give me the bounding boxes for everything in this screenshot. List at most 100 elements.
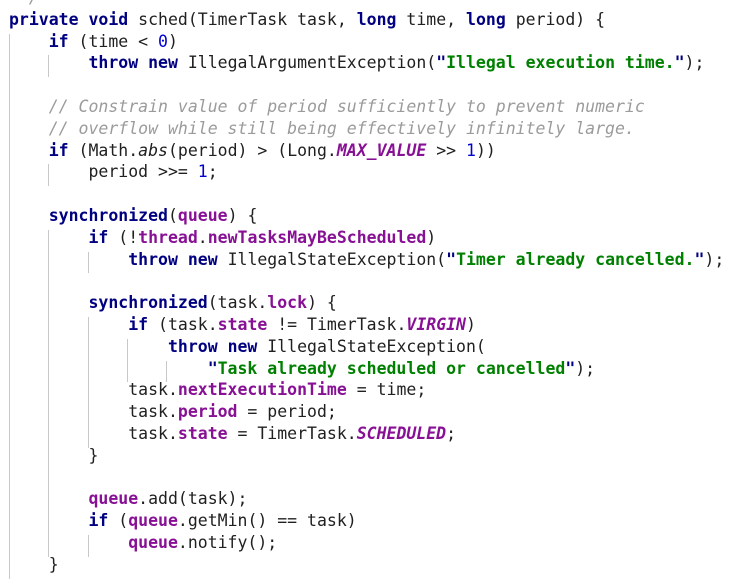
code-line[interactable]: if (queue.getMin() == task) bbox=[0, 510, 744, 532]
code-token-plain: period >>= bbox=[88, 162, 198, 182]
code-token-fld: thread bbox=[138, 227, 198, 247]
code-line[interactable]: synchronized(queue) { bbox=[0, 205, 744, 227]
code-line[interactable] bbox=[0, 74, 744, 96]
code-token-plain: ) bbox=[167, 31, 178, 51]
code-token-kw: new bbox=[187, 249, 218, 269]
code-line[interactable] bbox=[0, 270, 744, 292]
code-line[interactable]: // Constrain value of period sufficientl… bbox=[0, 96, 744, 118]
code-token-plain: (time < bbox=[68, 31, 159, 51]
code-line[interactable]: task.period = period; bbox=[0, 401, 744, 423]
code-token-plain: ); bbox=[704, 249, 725, 269]
code-token-num: 0 bbox=[158, 31, 168, 51]
code-token-plain: (task. bbox=[148, 314, 218, 334]
code-token-str: Task already scheduled or cancelled bbox=[217, 358, 566, 378]
code-line[interactable]: } bbox=[0, 445, 744, 467]
code-token-plain: ( bbox=[167, 205, 178, 225]
code-editor-view[interactable]: */ private void sched(TimerTask task, lon… bbox=[0, 0, 744, 588]
code-line[interactable]: if (time < 0) bbox=[0, 31, 744, 53]
code-line[interactable]: private void sched(TimerTask task, long … bbox=[0, 9, 744, 31]
code-token-smth: abs bbox=[138, 140, 168, 160]
code-token-plain: ) { bbox=[307, 293, 337, 313]
code-token-quo: " bbox=[436, 53, 447, 73]
code-token-plain: (task. bbox=[207, 293, 268, 313]
code-text-layer[interactable]: */ private void sched(TimerTask task, lon… bbox=[0, 0, 744, 576]
code-line[interactable]: throw new IllegalStateException( bbox=[0, 336, 744, 358]
code-token-plain: task. bbox=[128, 423, 178, 443]
code-line[interactable] bbox=[0, 467, 744, 489]
code-line[interactable]: queue.add(task); bbox=[0, 488, 744, 510]
code-line[interactable]: // overflow while still being effectivel… bbox=[0, 118, 744, 140]
code-token-plain: (! bbox=[108, 227, 139, 247]
code-line[interactable]: } bbox=[0, 554, 744, 576]
code-token-plain: = TimerTask. bbox=[227, 423, 357, 443]
code-token-plain: (period) > (Long. bbox=[167, 140, 337, 160]
code-token-kw: if bbox=[88, 511, 109, 531]
code-token-cmt: // overflow while still being effectivel… bbox=[48, 118, 635, 138]
code-token-plain: >> bbox=[426, 140, 467, 160]
code-line[interactable]: period >>= 1; bbox=[0, 161, 744, 183]
code-token-kw: long bbox=[356, 9, 397, 29]
code-token-plain: ); bbox=[684, 53, 705, 73]
code-line[interactable]: throw new IllegalArgumentException("Ille… bbox=[0, 52, 744, 74]
code-token-kw: long bbox=[466, 9, 506, 29]
code-token-plain: ); bbox=[575, 358, 596, 378]
code-token-sfld: SCHEDULED bbox=[356, 423, 447, 443]
code-token-kw: if bbox=[128, 314, 149, 334]
code-token-plain: . bbox=[197, 227, 208, 247]
code-token-plain: ; bbox=[446, 423, 457, 443]
code-line[interactable]: task.state = TimerTask.SCHEDULED; bbox=[0, 423, 744, 445]
code-token-fld: queue bbox=[128, 511, 178, 531]
code-token-kw: synchronized bbox=[88, 293, 208, 313]
code-token-fld: newTasksMayBeScheduled bbox=[207, 227, 427, 247]
code-token-plain: = period; bbox=[237, 402, 337, 422]
code-line[interactable]: queue.notify(); bbox=[0, 532, 744, 554]
code-token-plain: ; bbox=[207, 162, 218, 182]
code-line[interactable]: */ bbox=[0, 0, 744, 9]
code-line[interactable]: if (task.state != TimerTask.VIRGIN) bbox=[0, 314, 744, 336]
code-token-plain: period) { bbox=[505, 9, 606, 29]
code-line[interactable]: throw new IllegalStateException("Timer a… bbox=[0, 249, 744, 271]
code-token-plain: .notify(); bbox=[177, 532, 278, 552]
code-token-sfld: MAX_VALUE bbox=[336, 140, 427, 160]
code-token-plain: IllegalArgumentException( bbox=[177, 53, 437, 73]
code-token-quo: " bbox=[674, 53, 685, 73]
code-token-kw: throw bbox=[88, 53, 139, 73]
code-line[interactable] bbox=[0, 183, 744, 205]
code-line[interactable]: synchronized(task.lock) { bbox=[0, 292, 744, 314]
code-line[interactable]: task.nextExecutionTime = time; bbox=[0, 379, 744, 401]
code-token-plain: .add(task); bbox=[138, 489, 248, 509]
code-token-plain: IllegalStateException( bbox=[217, 249, 447, 269]
code-token-plain: ) bbox=[426, 227, 437, 247]
code-line[interactable]: if (Math.abs(period) > (Long.MAX_VALUE >… bbox=[0, 140, 744, 162]
code-line[interactable]: if (!thread.newTasksMayBeScheduled) bbox=[0, 227, 744, 249]
code-token-quo: " bbox=[565, 358, 576, 378]
code-token-kw: if bbox=[88, 227, 109, 247]
code-line[interactable]: "Task already scheduled or cancelled"); bbox=[0, 358, 744, 380]
code-token-plain: } bbox=[88, 445, 99, 465]
code-token-kw: synchronized bbox=[48, 205, 168, 225]
code-token-plain: ) bbox=[466, 314, 476, 334]
code-token-quo: " bbox=[207, 358, 218, 378]
code-token-kw: void bbox=[88, 9, 129, 29]
code-token-sfld: VIRGIN bbox=[406, 314, 466, 334]
code-token-plain: ( bbox=[108, 511, 129, 531]
code-token-kw: new bbox=[227, 336, 258, 356]
code-token-kw: throw bbox=[128, 249, 178, 269]
code-token-plain: task. bbox=[128, 402, 178, 422]
code-token-fld: queue bbox=[88, 489, 139, 509]
